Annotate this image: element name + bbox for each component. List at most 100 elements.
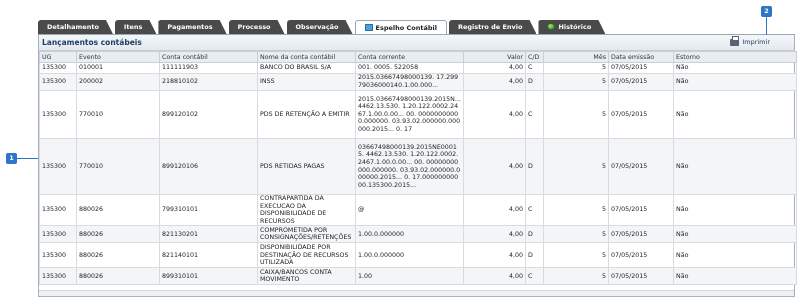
tab-label: Processo xyxy=(237,23,271,31)
cell-estorno: Não xyxy=(673,73,797,91)
col-nome-conta[interactable]: Nome da conta contábil xyxy=(257,51,356,63)
tab-label: Observação xyxy=(295,23,339,31)
cell-conta-contabil: 821140101 xyxy=(159,242,258,269)
cell-ug: 135300 xyxy=(39,242,77,269)
cell-cd: C xyxy=(525,193,544,227)
tab-pagamentos[interactable]: Pagamentos xyxy=(158,20,226,34)
cell-estorno: Não xyxy=(673,225,797,244)
cell-data-emissao: 07/05/2015 xyxy=(608,225,674,244)
cell-cd: D xyxy=(525,73,544,91)
cell-valor: 4,00 xyxy=(463,242,526,269)
print-label: Imprimir xyxy=(742,38,770,46)
cell-valor: 4,00 xyxy=(463,90,526,139)
book-icon xyxy=(364,24,373,31)
cell-evento: 770010 xyxy=(76,138,160,195)
cell-valor: 4,00 xyxy=(463,62,526,74)
cell-data-emissao: 07/05/2015 xyxy=(608,242,674,269)
cell-valor: 4,00 xyxy=(463,138,526,195)
cell-estorno: Não xyxy=(673,242,797,269)
col-evento[interactable]: Evento xyxy=(76,51,160,63)
callout-marker-2: 2 xyxy=(761,6,772,17)
cell-conta-contabil: 111111903 xyxy=(159,62,258,74)
cell-valor: 4,00 xyxy=(463,225,526,244)
globe-icon xyxy=(547,23,555,30)
col-ug[interactable]: UG xyxy=(39,51,77,63)
table-header-row: UG Evento Conta contábil Nome da conta c… xyxy=(39,51,797,63)
cell-conta-corrente: 2015.03667498000139. 17.29979036000140.1… xyxy=(355,73,464,91)
entries-table: UG Evento Conta contábil Nome da conta c… xyxy=(39,51,797,286)
cell-data-emissao: 07/05/2015 xyxy=(608,138,674,195)
tab-registro-de-envio[interactable]: Registro de Envio xyxy=(449,20,537,34)
table-row[interactable]: 135300 010001 111111903 BANCO DO BRASIL … xyxy=(39,62,797,74)
cell-conta-corrente: 001. 0005. 522058 xyxy=(355,62,464,74)
col-estorno[interactable]: Estorno xyxy=(673,51,797,63)
cell-conta-contabil: 821130201 xyxy=(159,225,258,244)
cell-mes: 5 xyxy=(543,73,609,91)
cell-evento: 880026 xyxy=(76,225,160,244)
cell-evento: 010001 xyxy=(76,62,160,74)
table-row[interactable]: 135300 880026 899310101 CAIXA/BANCOS CON… xyxy=(39,267,797,286)
tab-label: Itens xyxy=(123,23,143,31)
cell-ug: 135300 xyxy=(39,193,77,227)
cell-mes: 5 xyxy=(543,267,609,286)
cell-evento: 200002 xyxy=(76,73,160,91)
col-conta-contabil[interactable]: Conta contábil xyxy=(159,51,258,63)
cell-estorno: Não xyxy=(673,138,797,195)
tab-espelho-contabil[interactable]: Espelho Contábil xyxy=(354,20,447,34)
tab-itens[interactable]: Itens xyxy=(115,20,156,34)
cell-cd: D xyxy=(525,138,544,195)
cell-conta-corrente: 2015.03667498000139.2015N... 4462.13.530… xyxy=(355,90,464,139)
print-button[interactable]: Imprimir xyxy=(730,35,770,46)
col-conta-corrente[interactable]: Conta corrente xyxy=(355,51,464,63)
cell-ug: 135300 xyxy=(39,138,77,195)
cell-mes: 5 xyxy=(543,225,609,244)
cell-nome-conta: BANCO DO BRASIL S/A xyxy=(257,62,356,74)
callout-line-2 xyxy=(766,17,767,35)
cell-valor: 4,00 xyxy=(463,73,526,91)
cell-nome-conta: DISPONIBILIDADE POR DESTINAÇÃO DE RECURS… xyxy=(257,242,356,269)
cell-ug: 135300 xyxy=(39,267,77,286)
cell-evento: 880026 xyxy=(76,193,160,227)
cell-cd: C xyxy=(525,267,544,286)
horizontal-scrollbar[interactable] xyxy=(39,290,794,296)
cell-ug: 135300 xyxy=(39,90,77,139)
cell-mes: 5 xyxy=(543,90,609,139)
cell-data-emissao: 07/05/2015 xyxy=(608,267,674,286)
cell-conta-contabil: 899120106 xyxy=(159,138,258,195)
cell-valor: 4,00 xyxy=(463,267,526,286)
col-cd[interactable]: C/D xyxy=(525,51,544,63)
cell-conta-corrente: 1.00 xyxy=(355,267,464,286)
accounting-entries-panel: Lançamentos contábeis Imprimir UG Evento… xyxy=(38,35,797,297)
tab-label: Histórico xyxy=(558,23,592,31)
tab-bar: Detalhamento Itens Pagamentos Processo O… xyxy=(38,20,607,34)
table-row[interactable]: 135300 880026 799310101 CONTRAPARTIDA DA… xyxy=(39,193,797,227)
cell-mes: 5 xyxy=(543,193,609,227)
cell-cd: C xyxy=(525,90,544,139)
cell-conta-corrente: 1.00.0.000000 xyxy=(355,225,464,244)
cell-nome-conta: INSS xyxy=(257,73,356,91)
tab-label: Espelho Contábil xyxy=(375,24,437,32)
printer-icon xyxy=(730,35,740,46)
table-row[interactable]: 135300 880026 821140101 DISPONIBILIDADE … xyxy=(39,242,797,269)
tab-processo[interactable]: Processo xyxy=(229,20,285,34)
col-valor[interactable]: Valor xyxy=(463,51,526,63)
table-row[interactable]: 135300 200002 218810102 INSS 2015.036674… xyxy=(39,73,797,91)
col-mes[interactable]: Mês xyxy=(543,51,609,63)
tab-observacao[interactable]: Observação xyxy=(287,20,353,34)
table-row[interactable]: 135300 770010 899120106 PDS RETIDAS PAGA… xyxy=(39,138,797,195)
cell-cd: C xyxy=(525,62,544,74)
table-row[interactable]: 135300 770010 899120102 PDS DE RETENÇÃO … xyxy=(39,90,797,139)
callout-line-1 xyxy=(17,158,38,159)
cell-cd: D xyxy=(525,225,544,244)
tab-detalhamento[interactable]: Detalhamento xyxy=(38,20,113,34)
cell-nome-conta: CAIXA/BANCOS CONTA MOVIMENTO xyxy=(257,267,356,286)
col-data-emissao[interactable]: Data emissão xyxy=(608,51,674,63)
cell-evento: 880026 xyxy=(76,267,160,286)
cell-conta-contabil: 899310101 xyxy=(159,267,258,286)
tab-label: Pagamentos xyxy=(167,23,213,31)
table-row[interactable]: 135300 880026 821130201 COMPROMETIDA POR… xyxy=(39,225,797,244)
cell-estorno: Não xyxy=(673,62,797,74)
tab-historico[interactable]: Histórico xyxy=(538,20,605,34)
cell-evento: 770010 xyxy=(76,90,160,139)
cell-mes: 5 xyxy=(543,62,609,74)
